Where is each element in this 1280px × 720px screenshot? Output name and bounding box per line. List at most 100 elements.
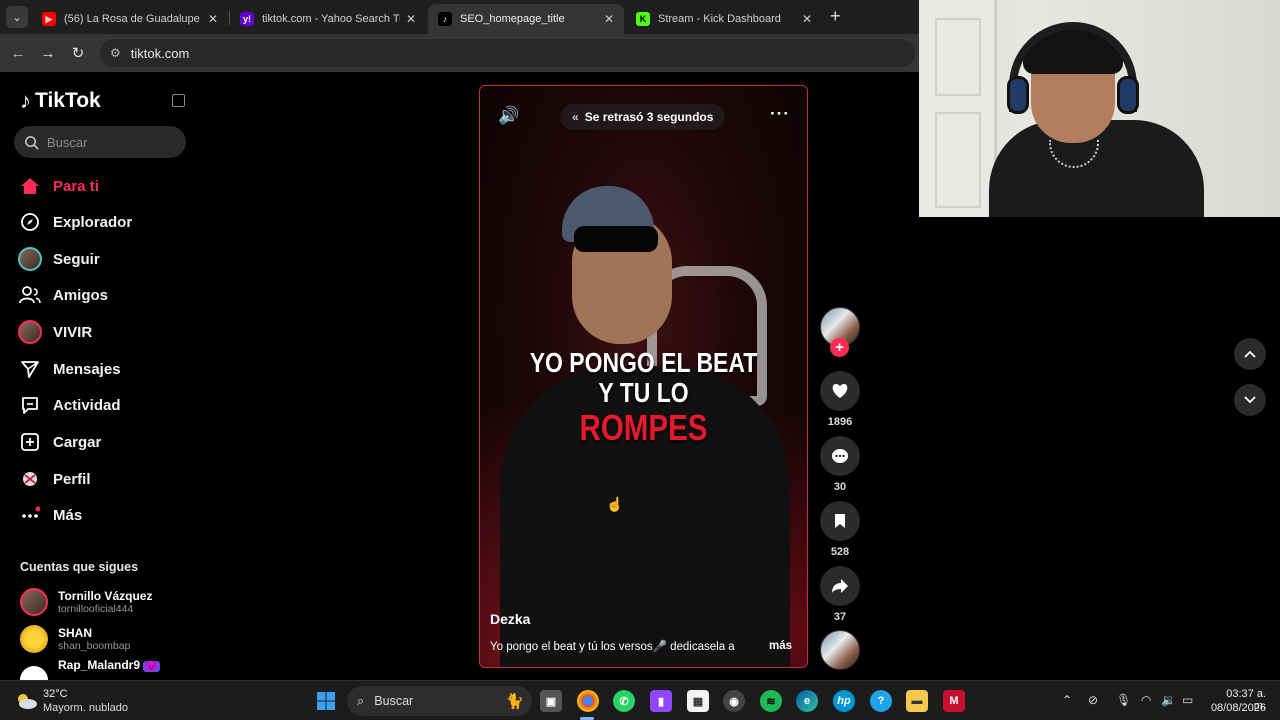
clock-date[interactable]: 08/08/2026	[1206, 702, 1266, 714]
taskbar-search[interactable]: ⌕ Buscar 🐈	[347, 686, 532, 716]
taskbar: 32°C Mayorm. nublado ⌕ Buscar 🐈 ▣ ✆ ▮ ▦ …	[0, 680, 1280, 720]
volume-icon[interactable]: 🔊	[498, 106, 519, 126]
tab-title: tiktok.com - Yahoo Search Tus r	[262, 13, 400, 25]
more-options-icon[interactable]: ···	[770, 104, 790, 124]
following-handle: tornillooficial444	[58, 603, 134, 615]
following-name: Rap_Malandr9 😈	[58, 658, 160, 672]
nav-para-ti[interactable]: Para ti	[18, 173, 99, 199]
search-input[interactable]	[47, 134, 167, 150]
weather-cloud-icon[interactable]	[14, 689, 38, 713]
video-frame	[574, 226, 658, 252]
microphone-icon[interactable]: 🎙	[1116, 693, 1131, 707]
battery-icon[interactable]: ▭	[1182, 693, 1193, 707]
following-handle: shan_boombap	[58, 640, 131, 652]
nav-label: Amigos	[53, 286, 109, 304]
collapse-sidebar-icon[interactable]	[172, 94, 185, 107]
nav-amigos[interactable]: Amigos	[18, 282, 108, 308]
tab-search-button[interactable]: ⌄	[6, 6, 28, 28]
nav-perfil[interactable]: Perfil	[18, 466, 91, 492]
forward-icon[interactable]: →	[38, 43, 58, 63]
weather-temperature[interactable]: 32°C	[43, 688, 68, 700]
nav-explorador[interactable]: Explorador	[18, 209, 132, 235]
youtube-icon: ▶	[42, 12, 56, 26]
nav-label: Perfil	[53, 470, 91, 488]
share-count: 37	[833, 611, 847, 623]
delay-text: Se retrasó 3 segundos	[584, 110, 714, 124]
webcam-background	[935, 18, 981, 96]
video-overlay-text: YO PONGO EL BEAT Y TU LO ROMPES	[480, 348, 807, 448]
video-player[interactable]: 🔊 « Se retrasó 3 segundos ··· YO PONGO E…	[479, 85, 808, 668]
volume-icon[interactable]: 🔉	[1161, 693, 1176, 707]
close-tab-icon[interactable]: ✕	[802, 12, 812, 26]
delay-indicator[interactable]: « Se retrasó 3 segundos	[560, 104, 726, 130]
search-box[interactable]	[14, 126, 186, 158]
follow-plus-icon[interactable]: +	[830, 338, 849, 357]
tiktok-logo[interactable]: ♪ TikTok	[20, 88, 101, 114]
whatsapp-icon[interactable]: ✆	[613, 690, 635, 712]
previous-video-button[interactable]	[1234, 338, 1266, 370]
address-bar[interactable]: ⚙ tiktok.com	[100, 39, 915, 67]
search-icon	[25, 135, 39, 150]
tab-yahoo[interactable]: y! tiktok.com - Yahoo Search Tus r ✕	[230, 4, 426, 34]
nav-seguir[interactable]: Seguir	[18, 246, 100, 272]
twitch-icon[interactable]: ▮	[650, 690, 672, 712]
mcafee-icon[interactable]: M	[943, 690, 965, 712]
windows-start-icon[interactable]	[315, 690, 337, 712]
file-explorer-icon[interactable]: ▬	[906, 690, 928, 712]
reload-icon[interactable]: ↻	[68, 43, 88, 63]
compass-icon	[18, 210, 42, 234]
wifi-icon[interactable]: ◠	[1141, 693, 1151, 707]
like-button[interactable]	[820, 371, 860, 411]
url-text: tiktok.com	[130, 45, 190, 61]
webcam-background	[935, 112, 981, 208]
close-tab-icon[interactable]: ✕	[208, 12, 218, 26]
close-tab-icon[interactable]: ✕	[406, 12, 416, 26]
obs-icon[interactable]: ◉	[723, 690, 745, 712]
network-off-icon[interactable]: ⊘	[1088, 693, 1098, 707]
live-avatar-icon	[18, 320, 42, 344]
next-video-button[interactable]	[1234, 384, 1266, 416]
music-disc-avatar[interactable]	[820, 630, 860, 670]
tab-kick[interactable]: K Stream - Kick Dashboard ✕	[626, 4, 822, 34]
site-settings-icon[interactable]: ⚙	[110, 46, 121, 60]
tray-overflow-icon[interactable]: ⌃	[1062, 693, 1072, 707]
save-button[interactable]	[820, 501, 860, 541]
nav-vivir[interactable]: VIVIR	[18, 319, 92, 345]
search-highlight-icon: 🐈	[505, 693, 524, 710]
video-caption: Yo pongo el beat y tú los versos🎤 dedica…	[490, 641, 735, 653]
nav-mas[interactable]: Más	[18, 502, 82, 528]
edge-icon[interactable]: e	[796, 690, 818, 712]
nav-cargar[interactable]: Cargar	[18, 429, 101, 455]
spotify-icon[interactable]: ≋	[760, 690, 782, 712]
comment-count: 30	[833, 481, 847, 493]
tiktok-sidebar: ♪ TikTok Para ti Explorador Seguir Amigo…	[0, 72, 200, 680]
new-tab-button[interactable]: +	[830, 6, 841, 27]
store-icon[interactable]: ▦	[687, 690, 709, 712]
video-author[interactable]: Dezka	[490, 611, 530, 627]
kick-icon: K	[636, 12, 650, 26]
nav-label: VIVIR	[53, 323, 93, 341]
comment-icon	[832, 448, 848, 463]
tab-tiktok[interactable]: ♪ SEO_homepage_title ✕	[428, 4, 624, 34]
weather-description[interactable]: Mayorm. nublado	[43, 702, 128, 714]
more-icon	[18, 503, 42, 527]
following-item[interactable]: Tornillo Vázquez tornillooficial444	[20, 585, 152, 619]
nav-label: Explorador	[53, 213, 133, 231]
hp-icon[interactable]: hp	[833, 690, 855, 712]
following-item[interactable]: SHAN shan_boombap	[20, 622, 130, 656]
following-item[interactable]: Rap_Malandr9 😈	[20, 658, 160, 680]
avatar	[20, 588, 48, 616]
tab-youtube[interactable]: ▶ (56) La Rosa de Guadalupe | 'Sin ✕	[32, 4, 228, 34]
back-icon[interactable]: ←	[8, 43, 28, 63]
browser-tab-bar: ⌄ ▶ (56) La Rosa de Guadalupe | 'Sin ✕ y…	[0, 0, 920, 34]
heart-icon	[832, 384, 848, 398]
copilot-icon[interactable]: ?	[870, 690, 892, 712]
nav-mensajes[interactable]: Mensajes	[18, 356, 121, 382]
nav-actividad[interactable]: Actividad	[18, 392, 121, 418]
caption-more-link[interactable]: más	[769, 640, 792, 652]
close-tab-icon[interactable]: ✕	[604, 12, 614, 26]
share-button[interactable]	[820, 566, 860, 606]
chrome-icon[interactable]	[577, 690, 599, 712]
comment-button[interactable]	[820, 436, 860, 476]
task-view-icon[interactable]: ▣	[540, 690, 562, 712]
